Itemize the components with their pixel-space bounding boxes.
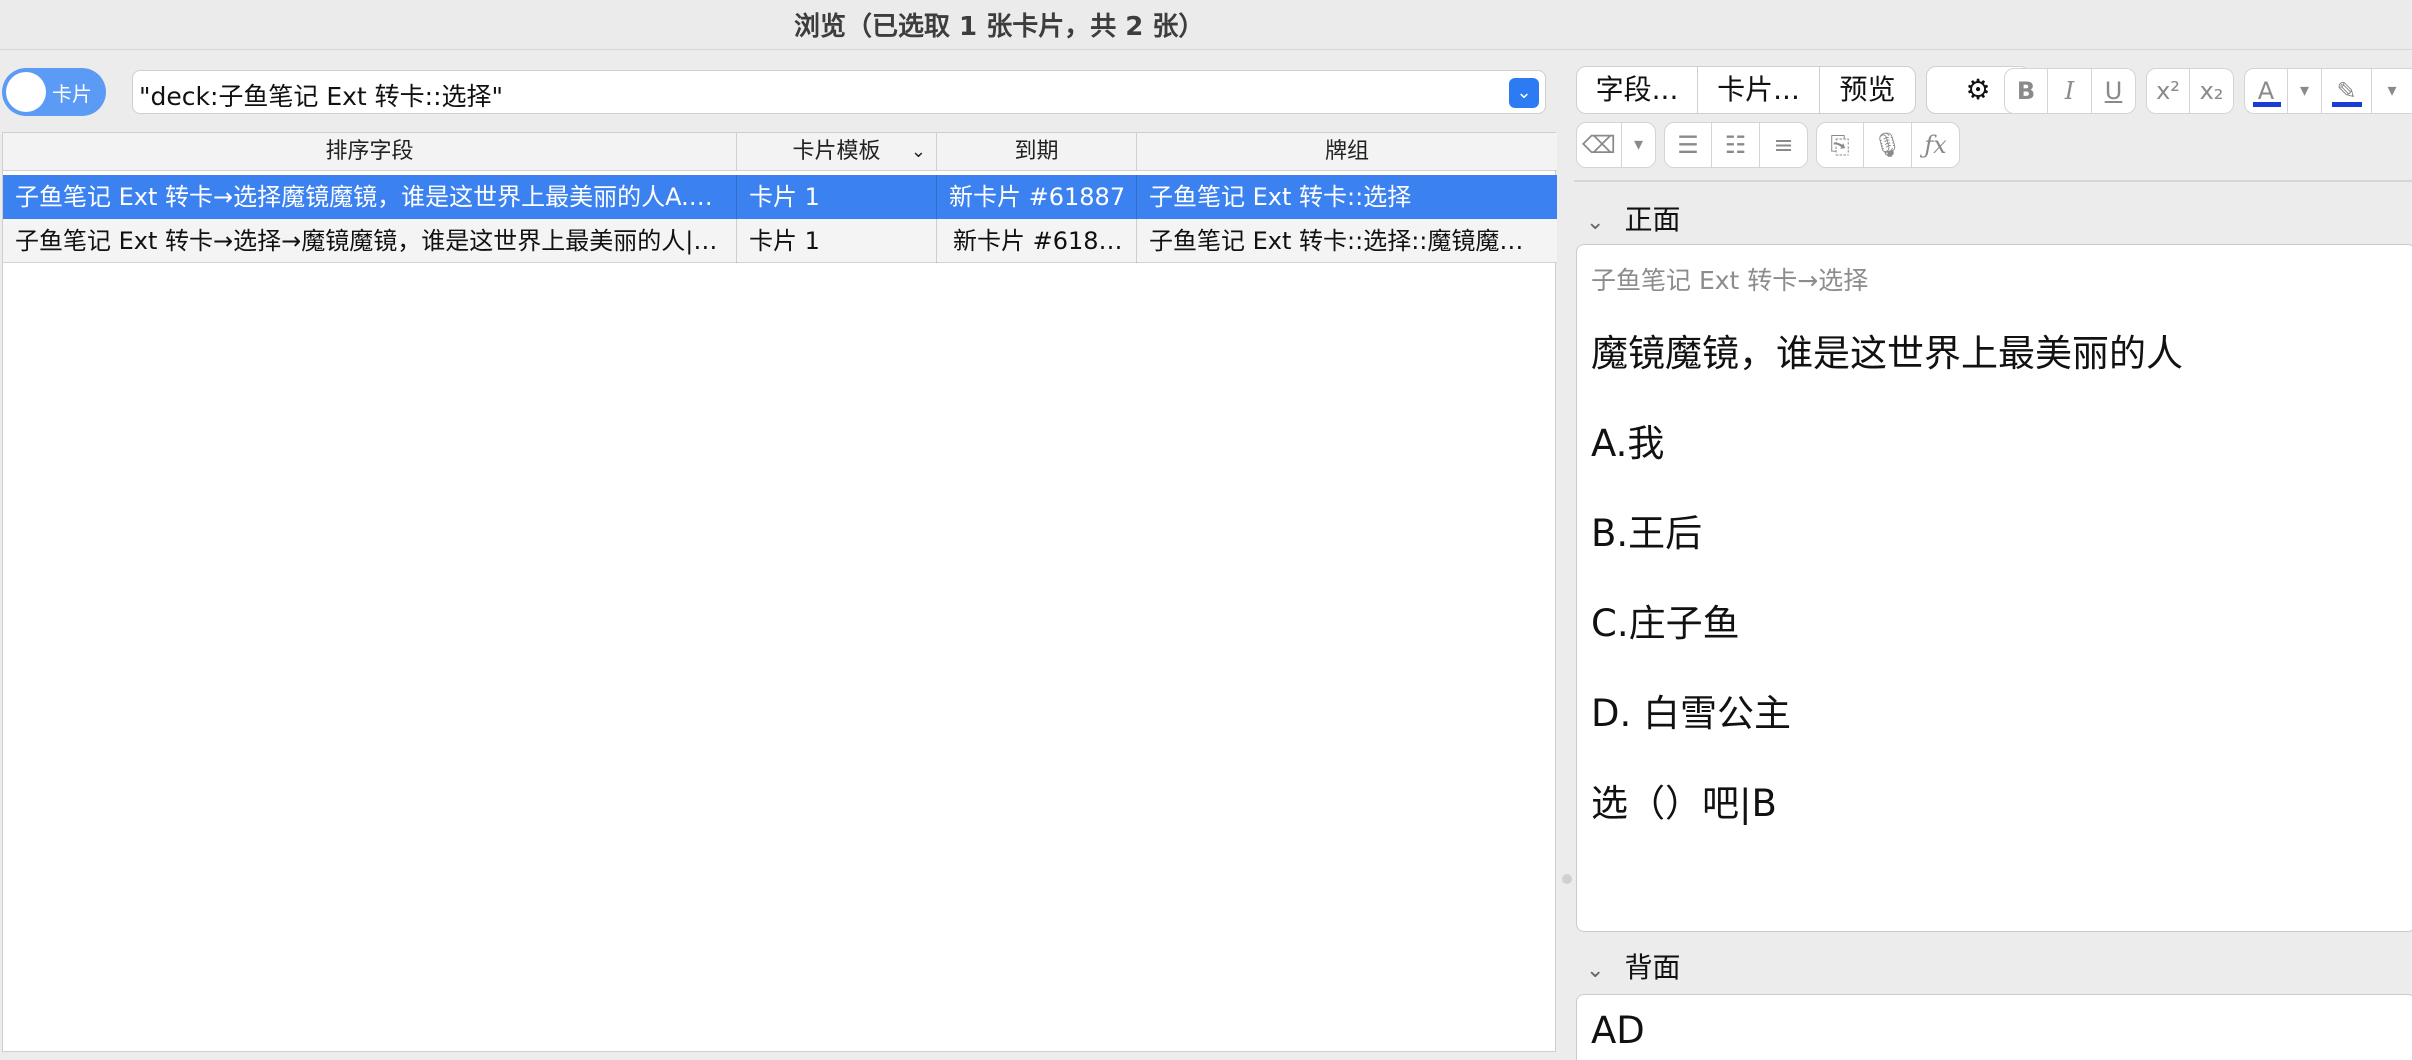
pane-splitter[interactable]: [1558, 50, 1574, 1052]
eraser-icon[interactable]: ⌫: [1576, 122, 1622, 168]
cards-table: 排序字段 卡片模板 ⌄ 到期 牌组 子鱼笔记 Ext 转卡→选择魔镜魔镜，谁是这世…: [2, 132, 1557, 1052]
align-icon[interactable]: ≡: [1760, 122, 1808, 168]
highlight-color-dropdown[interactable]: ▾: [2372, 68, 2412, 114]
numbered-list-icon[interactable]: ☷: [1712, 122, 1760, 168]
highlighter-icon: ✎: [2336, 77, 2357, 105]
front-line: 选（）吧|B: [1591, 782, 1777, 825]
superscript-button[interactable]: x²: [2146, 68, 2190, 114]
back-field-editor[interactable]: AD: [1576, 994, 2412, 1060]
front-field-header[interactable]: ⌄ 正面: [1586, 198, 1680, 238]
front-field-editor[interactable]: 子鱼笔记 Ext 转卡→选择 魔镜魔镜，谁是这世界上最美丽的人 A.我 B.王后…: [1576, 244, 2412, 932]
cell-sort-field: 子鱼笔记 Ext 转卡→选择→魔镜魔镜，谁是这世界上最美丽的人|…: [3, 219, 737, 263]
cards-button[interactable]: 卡片...: [1698, 66, 1820, 114]
chevron-down-icon[interactable]: ⌄: [1586, 210, 1604, 235]
bold-button[interactable]: B: [2004, 68, 2048, 114]
search-input[interactable]: "deck:子鱼笔记 Ext 转卡::选择" ⌄: [132, 70, 1546, 114]
chevron-down-icon[interactable]: ⌄: [1586, 958, 1604, 983]
column-header-sort-field[interactable]: 排序字段: [3, 133, 737, 171]
column-header-card-template[interactable]: 卡片模板 ⌄: [737, 133, 937, 171]
front-field-label: 正面: [1624, 203, 1681, 236]
toggle-label: 卡片: [52, 82, 92, 106]
front-line: 魔镜魔镜，谁是这世界上最美丽的人: [1591, 332, 2183, 375]
toolbar-divider: [1574, 180, 2412, 182]
title-bar: 浏览（已选取 1 张卡片，共 2 张）: [0, 0, 2412, 50]
format-toolbar-2: ⌫ ▾ ☰ ☷ ≡ ⎘ 🎙 ƒx: [1576, 122, 2412, 172]
subscript-button[interactable]: x₂: [2190, 68, 2234, 114]
clear-format-dropdown[interactable]: ▾: [1622, 122, 1656, 168]
cell-template: 卡片 1: [737, 175, 937, 219]
highlight-color-bar: [2332, 102, 2362, 107]
fields-button[interactable]: 字段...: [1576, 66, 1698, 114]
table-row[interactable]: 子鱼笔记 Ext 转卡→选择→魔镜魔镜，谁是这世界上最美丽的人|… 卡片 1 新…: [3, 219, 1557, 263]
format-toolbar: B I U x² x₂ A ▾ ✎ ▾: [2004, 66, 2412, 116]
cell-sort-field: 子鱼笔记 Ext 转卡→选择魔镜魔镜，谁是这世界上最美丽的人A.…: [3, 175, 737, 219]
back-text: AD: [1591, 1009, 1645, 1052]
highlight-color-button[interactable]: ✎: [2322, 68, 2372, 114]
microphone-icon[interactable]: 🎙: [1864, 122, 1912, 168]
cell-due: 新卡片 #61887: [937, 175, 1137, 219]
text-color-bar: [2253, 102, 2281, 107]
attachment-icon[interactable]: ⎘: [1816, 122, 1864, 168]
table-header: 排序字段 卡片模板 ⌄ 到期 牌组: [3, 133, 1557, 171]
front-line: C.庄子鱼: [1591, 602, 1740, 645]
bullet-list-icon[interactable]: ☰: [1664, 122, 1712, 168]
italic-button[interactable]: I: [2048, 68, 2092, 114]
toggle-knob: [6, 72, 46, 112]
splitter-handle[interactable]: [1562, 874, 1572, 884]
text-color-dropdown[interactable]: ▾: [2288, 68, 2322, 114]
cell-due: 新卡片 #618…: [937, 219, 1137, 263]
cards-notes-toggle[interactable]: 卡片: [2, 68, 106, 116]
preview-button[interactable]: 预览: [1820, 66, 1916, 114]
underline-button[interactable]: U: [2092, 68, 2136, 114]
front-line: B.王后: [1591, 512, 1703, 555]
window-title: 浏览（已选取 1 张卡片，共 2 张）: [794, 12, 1205, 42]
front-line: D. 白雪公主: [1591, 692, 1792, 735]
browser-pane: 卡片 "deck:子鱼笔记 Ext 转卡::选择" ⌄ 排序字段 卡片模板 ⌄ 到…: [0, 50, 1558, 1052]
function-icon[interactable]: ƒx: [1912, 122, 1960, 168]
column-header-due[interactable]: 到期: [937, 133, 1137, 171]
gear-icon: ⚙: [1965, 73, 1991, 106]
chevron-down-icon: ⌄: [910, 141, 926, 162]
front-breadcrumb: 子鱼笔记 Ext 转卡→选择: [1591, 266, 1869, 295]
back-field-header[interactable]: ⌄ 背面: [1586, 946, 1680, 986]
cell-deck: 子鱼笔记 Ext 转卡::选择::魔镜魔…: [1149, 227, 1524, 255]
front-line: A.我: [1591, 422, 1665, 465]
cell-template: 卡片 1: [737, 219, 937, 263]
column-header-deck[interactable]: 牌组: [1137, 133, 1557, 171]
cell-deck: 子鱼笔记 Ext 转卡::选择: [1149, 183, 1412, 211]
table-row[interactable]: 子鱼笔记 Ext 转卡→选择魔镜魔镜，谁是这世界上最美丽的人A.… 卡片 1 新…: [3, 175, 1557, 219]
editor-pane: 字段... 卡片... 预览 ⚙ B I U x² x₂ A ▾ ✎ ▾ ⌫ ▾…: [1574, 50, 2412, 1060]
back-field-label: 背面: [1624, 951, 1681, 984]
search-value: "deck:子鱼笔记 Ext 转卡::选择": [139, 82, 504, 111]
search-history-dropdown-icon[interactable]: ⌄: [1509, 78, 1539, 108]
text-color-button[interactable]: A: [2244, 68, 2288, 114]
